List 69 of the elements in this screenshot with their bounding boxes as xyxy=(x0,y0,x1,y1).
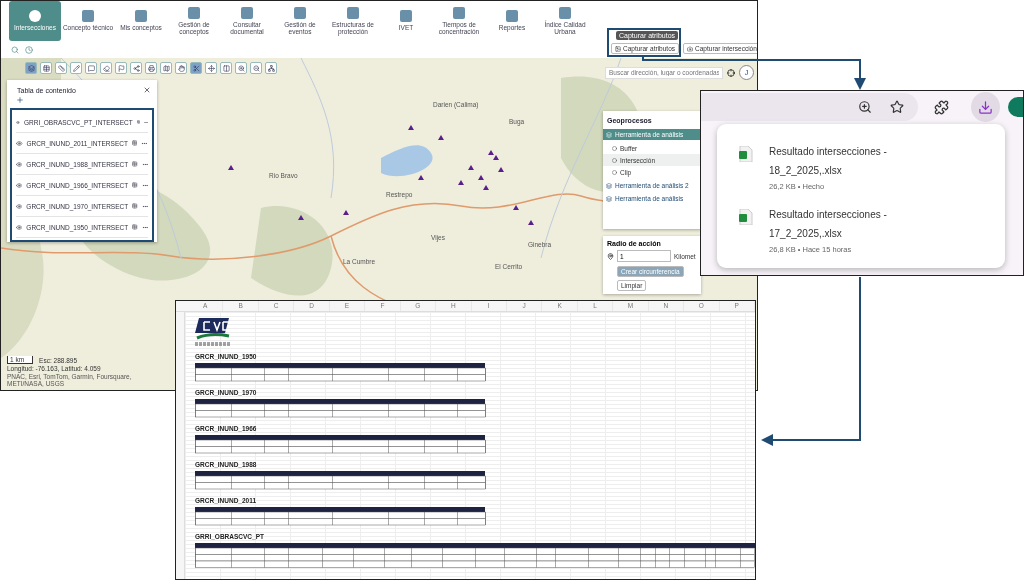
map-tool-button[interactable] xyxy=(220,62,232,74)
triangle-marker-icon[interactable] xyxy=(498,167,504,172)
triangle-marker-icon[interactable] xyxy=(478,175,484,180)
layers-icon xyxy=(606,131,612,138)
file-name[interactable]: Resultado intersecciones - 17_2_2025,.xlsx xyxy=(769,205,949,243)
download-button[interactable] xyxy=(970,92,1000,122)
lake-shape xyxy=(381,145,433,177)
map-tool-button[interactable] xyxy=(55,62,67,74)
triangle-marker-icon[interactable] xyxy=(493,155,499,160)
download-icon xyxy=(977,99,993,115)
circle-icon xyxy=(612,169,617,175)
eye-icon[interactable] xyxy=(16,223,23,231)
spreadsheet-file-icon xyxy=(739,209,753,225)
add-icon[interactable] xyxy=(16,96,24,104)
circle-icon xyxy=(612,145,617,151)
profile-avatar[interactable] xyxy=(1007,97,1023,117)
triangle-marker-icon[interactable] xyxy=(418,175,424,180)
pin-icon xyxy=(607,252,614,260)
map-tool-button[interactable] xyxy=(175,62,187,74)
map-tool-button[interactable] xyxy=(250,62,262,74)
crosshair-icon[interactable] xyxy=(727,68,735,77)
eye-icon[interactable] xyxy=(16,202,23,210)
triangle-marker-icon[interactable] xyxy=(438,135,444,140)
map-tool-button[interactable] xyxy=(40,62,52,74)
map-tool-button[interactable] xyxy=(85,62,97,74)
triangle-marker-icon[interactable] xyxy=(408,125,414,130)
file-name[interactable]: Resultado intersecciones - 18_2_2025,.xlsx xyxy=(769,142,949,180)
camera-icon xyxy=(687,45,694,52)
table-icon[interactable] xyxy=(136,119,141,125)
circle-icon xyxy=(612,157,617,163)
map-tool-button[interactable] xyxy=(130,62,142,74)
triangle-marker-icon[interactable] xyxy=(513,205,519,210)
map-tool-button[interactable] xyxy=(100,62,112,74)
triangle-marker-icon[interactable] xyxy=(468,165,474,170)
eye-icon[interactable] xyxy=(16,181,23,189)
spreadsheet-file-icon xyxy=(739,146,753,162)
table-icon[interactable] xyxy=(132,182,138,188)
map-tool-button[interactable] xyxy=(145,62,157,74)
triangle-marker-icon[interactable] xyxy=(488,150,494,155)
table-icon[interactable] xyxy=(132,224,138,230)
search-icon[interactable] xyxy=(11,45,19,54)
logo-drawing xyxy=(195,317,231,341)
eye-icon[interactable] xyxy=(16,118,20,126)
zoom-icon[interactable] xyxy=(857,100,872,114)
triangle-marker-icon[interactable] xyxy=(298,215,304,220)
table-icon[interactable] xyxy=(131,140,138,146)
map-tool-button[interactable] xyxy=(70,62,82,74)
image-icon xyxy=(615,45,621,52)
triangle-marker-icon[interactable] xyxy=(343,210,349,215)
triangle-marker-icon[interactable] xyxy=(483,185,489,190)
map-tool-button[interactable] xyxy=(265,62,277,74)
triangle-marker-icon[interactable] xyxy=(458,180,464,185)
extension-icon[interactable] xyxy=(933,99,949,115)
close-icon[interactable] xyxy=(143,86,151,94)
table-icon[interactable] xyxy=(132,161,138,167)
triangle-marker-icon[interactable] xyxy=(528,220,534,225)
table-icon[interactable] xyxy=(132,203,138,209)
map-tool-button[interactable] xyxy=(205,62,217,74)
map-tool-button[interactable] xyxy=(160,62,172,74)
layers-icon xyxy=(606,182,612,189)
eye-icon[interactable] xyxy=(16,139,23,147)
triangle-marker-icon[interactable] xyxy=(228,165,234,170)
map-tool-button[interactable] xyxy=(190,62,202,74)
star-icon[interactable] xyxy=(889,100,904,114)
map-tool-button[interactable] xyxy=(235,62,247,74)
layers-icon xyxy=(606,195,612,202)
logo-caption-drawing xyxy=(195,342,231,346)
eye-icon[interactable] xyxy=(16,160,23,168)
map-tool-button[interactable] xyxy=(25,62,37,74)
